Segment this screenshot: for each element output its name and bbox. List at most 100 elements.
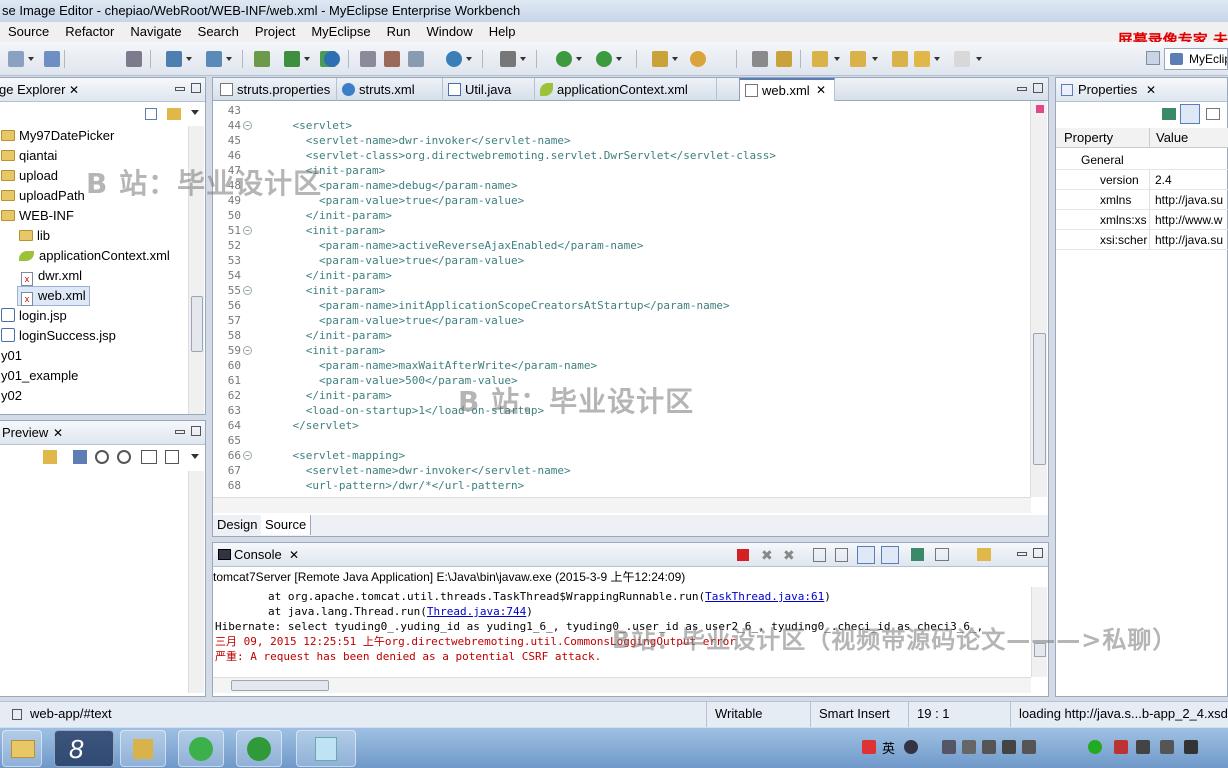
tool-taskbar-button[interactable]	[120, 730, 166, 767]
open-perspective-icon[interactable]	[1146, 51, 1160, 65]
menu-help[interactable]: Help	[481, 22, 524, 42]
file-explorer-taskbar-button[interactable]	[2, 730, 42, 767]
property-row[interactable]: xmlns http://java.su	[1056, 190, 1228, 210]
tab-web-xml[interactable]: web.xml ✕	[739, 78, 835, 101]
menu-refactor[interactable]: Refactor	[57, 22, 122, 42]
tree-item[interactable]: uploadPath	[1, 186, 85, 206]
myeclipse-taskbar-button[interactable]: 8	[54, 730, 114, 767]
build-icon[interactable]	[652, 51, 668, 67]
add-icon[interactable]	[1088, 740, 1102, 754]
print-icon[interactable]	[126, 51, 142, 67]
tree-item[interactable]: lib	[19, 226, 50, 246]
keyboard-icon[interactable]	[942, 740, 956, 754]
code-line[interactable]: <param-name>activeReverseAjaxEnabled</pa…	[266, 238, 644, 253]
settings-icon[interactable]	[982, 740, 996, 754]
explorer-scrollbar[interactable]	[188, 126, 204, 414]
console-hscroll-thumb[interactable]	[231, 680, 329, 691]
sync-icon[interactable]	[43, 450, 57, 464]
pin-properties-icon[interactable]	[1162, 108, 1176, 120]
external-tools-icon[interactable]	[690, 51, 706, 67]
tab-struts-xml[interactable]: struts.xml	[337, 78, 443, 101]
tree-item-selected[interactable]: x web.xml	[17, 286, 90, 306]
column-value[interactable]: Value	[1156, 128, 1188, 148]
volume-icon[interactable]	[1184, 740, 1198, 754]
perspective-switcher[interactable]: MyEclip	[1164, 48, 1228, 70]
sogou-ime-icon[interactable]	[862, 740, 876, 754]
help-icon[interactable]	[1002, 740, 1016, 754]
tree-item[interactable]: qiantai	[1, 146, 57, 166]
show-advanced-icon[interactable]	[1206, 108, 1220, 120]
menu-run[interactable]: Run	[379, 22, 419, 42]
tab-design[interactable]: Design	[213, 515, 263, 535]
last-edit-icon[interactable]	[892, 51, 908, 67]
show-stdout-icon[interactable]	[857, 546, 875, 564]
properties-title[interactable]: Properties	[1078, 78, 1137, 102]
save-icon[interactable]	[44, 51, 60, 67]
next-annotation-icon[interactable]	[812, 51, 828, 67]
column-property[interactable]: Property	[1064, 128, 1113, 148]
struts-icon[interactable]	[360, 51, 376, 67]
prev-annotation-icon[interactable]	[850, 51, 866, 67]
tree-item[interactable]: y01	[1, 346, 22, 366]
forward-icon[interactable]	[954, 51, 970, 67]
code-line[interactable]: <param-value>true</param-value>	[266, 253, 524, 268]
debug-icon[interactable]	[556, 51, 572, 67]
actual-size-icon[interactable]	[141, 450, 157, 464]
user-icon[interactable]	[962, 740, 976, 754]
terminate-icon[interactable]	[737, 549, 749, 561]
code-line[interactable]: <param-name>initApplicationScopeCreators…	[266, 298, 730, 313]
menu-window[interactable]: Window	[418, 22, 480, 42]
maximize-icon[interactable]	[191, 426, 201, 436]
moon-icon[interactable]	[904, 740, 918, 754]
code-line[interactable]: <init-param>	[266, 223, 385, 238]
menu-navigate[interactable]: Navigate	[122, 22, 189, 42]
new-icon[interactable]	[8, 51, 24, 67]
back-icon[interactable]	[914, 51, 930, 67]
web-browser-icon[interactable]	[324, 51, 340, 67]
remove-all-icon[interactable]: ✖	[783, 547, 795, 563]
display-console-icon[interactable]	[935, 548, 949, 561]
code-line[interactable]: </init-param>	[266, 388, 392, 403]
tools-icon[interactable]	[1022, 740, 1036, 754]
console-horizontal-scrollbar[interactable]	[213, 677, 1031, 693]
minimize-icon[interactable]	[1017, 552, 1027, 556]
preview-scrollbar[interactable]	[188, 471, 204, 693]
code-line[interactable]: <init-param>	[266, 283, 385, 298]
stack-trace-link[interactable]: TaskThread.java:61	[705, 590, 824, 603]
close-icon[interactable]: ✕	[1146, 78, 1156, 102]
task-icon[interactable]	[776, 51, 792, 67]
close-icon[interactable]: ✕	[289, 543, 299, 567]
fold-toggle-icon[interactable]: −	[243, 226, 252, 235]
web-services-icon[interactable]	[446, 51, 462, 67]
code-line[interactable]: <servlet-name>dwr-invoker</servlet-name>	[266, 463, 571, 478]
code-line[interactable]: <servlet-mapping>	[266, 448, 405, 463]
tab-application-context[interactable]: applicationContext.xml	[535, 78, 717, 101]
clear-console-icon[interactable]	[813, 548, 826, 562]
code-line[interactable]: <url-pattern>/dwr/*</url-pattern>	[266, 478, 525, 493]
code-line[interactable]: <servlet>	[266, 118, 352, 133]
code-line[interactable]: <param-name>debug</param-name>	[266, 178, 518, 193]
tab-util-java[interactable]: Util.java	[443, 78, 535, 101]
code-line[interactable]: </init-param>	[266, 208, 392, 223]
tree-item[interactable]: My97DatePicker	[1, 126, 114, 146]
maximize-icon[interactable]	[1033, 83, 1043, 93]
preview-title[interactable]: Preview	[0, 425, 48, 440]
uml-icon[interactable]	[500, 51, 516, 67]
fold-toggle-icon[interactable]: −	[243, 346, 252, 355]
device-icon[interactable]	[1136, 740, 1150, 754]
notepad-taskbar-button[interactable]	[296, 730, 356, 767]
deploy-icon[interactable]	[254, 51, 270, 67]
editor-vertical-scrollbar[interactable]	[1030, 101, 1047, 497]
toggle-mark-icon[interactable]	[752, 51, 768, 67]
code-line[interactable]: <servlet-name>dwr-invoker</servlet-name>	[266, 133, 571, 148]
code-line[interactable]: </init-param>	[266, 268, 392, 283]
pin-console-icon[interactable]	[911, 548, 924, 561]
close-icon[interactable]: ✕	[816, 80, 826, 101]
menu-project[interactable]: Project	[247, 22, 303, 42]
spring-icon[interactable]	[408, 51, 424, 67]
property-row[interactable]: xmlns:xs http://www.w	[1056, 210, 1228, 230]
tree-item[interactable]: WEB-INF	[1, 206, 74, 226]
console-title[interactable]: Console	[234, 543, 282, 567]
monitor-icon[interactable]	[1160, 740, 1174, 754]
app-taskbar-button[interactable]	[236, 730, 282, 767]
